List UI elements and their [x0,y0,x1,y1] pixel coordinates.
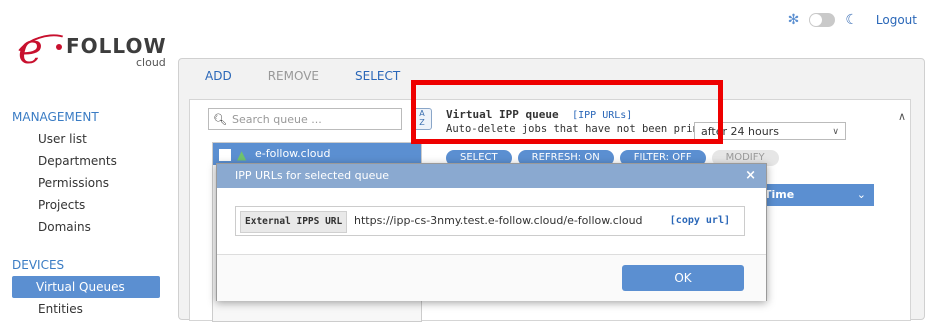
sun-icon: ✻ [787,12,800,28]
queue-item-label: e-follow.cloud [255,147,331,160]
sidebar-item-domains[interactable]: Domains [0,216,168,238]
close-icon[interactable]: × [745,164,756,188]
search-placeholder: Search queue ... [231,112,322,126]
sidebar: MANAGEMENT User list Departments Permiss… [0,102,168,320]
moon-icon: ☾ [845,12,858,28]
search-icon: 🔍︎ [213,112,227,126]
highlight-box [411,80,723,144]
logo-e: e [18,24,43,73]
scroll-up-icon[interactable]: ∧ [898,110,906,123]
ipp-urls-dialog: IPP URLs for selected queue × External I… [216,163,767,301]
sidebar-item-projects[interactable]: Projects [0,194,168,216]
action-tabs: ADD REMOVE SELECT [205,69,400,83]
sidebar-item-permissions[interactable]: Permissions [0,172,168,194]
search-input[interactable]: 🔍︎ Search queue ... [208,108,402,130]
chevron-down-icon: ⌄ [856,188,866,201]
top-bar: ✻ ☾ Logout [788,12,917,28]
e-follow-logo: e FOLLOW cloud [10,24,168,79]
logo-sub: cloud [136,56,166,69]
sidebar-devices-title: DEVICES [12,258,65,272]
sidebar-item-entities[interactable]: Entities [0,298,168,320]
ok-button[interactable]: OK [622,265,744,291]
queue-checkbox[interactable] [219,149,231,161]
dialog-title: IPP URLs for selected queue [235,169,390,182]
list-item[interactable]: ▲ e-follow.cloud [213,143,421,165]
theme-toggle[interactable] [809,13,836,27]
dialog-header: IPP URLs for selected queue × [217,164,766,188]
url-value: https://ipp-cs-3nmy.test.e-follow.cloud/… [354,214,643,227]
sidebar-item-departments[interactable]: Departments [0,150,168,172]
tab-add[interactable]: ADD [205,69,232,83]
logout-link[interactable]: Logout [876,13,917,27]
dialog-footer: OK [217,254,766,301]
url-label: External IPPS URL [240,211,348,233]
logo-brand: FOLLOW [66,34,167,58]
sidebar-item-user-list[interactable]: User list [0,128,168,150]
chevron-down-icon: ∨ [832,127,839,137]
time-column-header[interactable]: Time ⌄ [756,184,874,206]
sidebar-management-title: MANAGEMENT [12,110,99,124]
tab-select[interactable]: SELECT [355,69,400,83]
url-row: External IPPS URL https://ipp-cs-3nmy.te… [235,206,745,236]
copy-url-link[interactable]: [copy url] [670,207,730,235]
sidebar-item-virtual-queues[interactable]: Virtual Queues [12,276,160,298]
tab-remove[interactable]: REMOVE [268,69,319,83]
